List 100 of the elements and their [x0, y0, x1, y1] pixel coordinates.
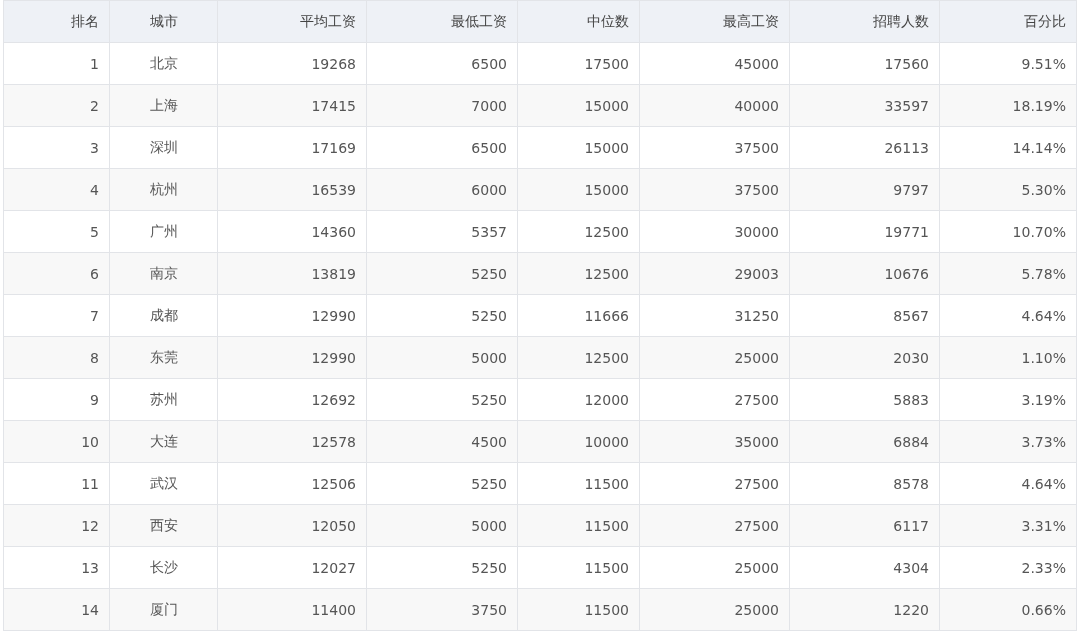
table-cell: 8578 — [789, 462, 940, 505]
table-cell: 12506 — [217, 462, 367, 505]
table-cell: 上海 — [109, 84, 218, 127]
table-cell: 武汉 — [109, 462, 218, 505]
table-cell: 11 — [3, 462, 110, 505]
table-cell: 北京 — [109, 42, 218, 85]
table-cell: 东莞 — [109, 336, 218, 379]
table-cell: 37500 — [639, 126, 790, 169]
table-cell: 27500 — [639, 462, 790, 505]
table-cell: 9797 — [789, 168, 940, 211]
table-cell: 12500 — [517, 210, 640, 253]
table-cell: 10 — [3, 420, 110, 463]
table-cell: 27500 — [639, 504, 790, 547]
table-cell: 6000 — [366, 168, 518, 211]
table-cell: 12027 — [217, 546, 367, 589]
table-cell: 大连 — [109, 420, 218, 463]
table-cell: 5250 — [366, 462, 518, 505]
table-cell: 9.51% — [939, 42, 1077, 85]
table-cell: 11500 — [517, 462, 640, 505]
column-header: 平均工资 — [217, 0, 367, 43]
table-cell: 12000 — [517, 378, 640, 421]
table-cell: 4 — [3, 168, 110, 211]
table-cell: 31250 — [639, 294, 790, 337]
table-cell: 25000 — [639, 546, 790, 589]
table-cell: 5250 — [366, 378, 518, 421]
table-cell: 广州 — [109, 210, 218, 253]
table-cell: 5.78% — [939, 252, 1077, 295]
table-cell: 2.33% — [939, 546, 1077, 589]
table-cell: 深圳 — [109, 126, 218, 169]
table-cell: 苏州 — [109, 378, 218, 421]
table-cell: 5357 — [366, 210, 518, 253]
table-cell: 37500 — [639, 168, 790, 211]
table-cell: 6884 — [789, 420, 940, 463]
table-cell: 3750 — [366, 588, 518, 631]
table-cell: 4.64% — [939, 294, 1077, 337]
table-cell: 7000 — [366, 84, 518, 127]
table-cell: 25000 — [639, 588, 790, 631]
table-cell: 17500 — [517, 42, 640, 85]
table-cell: 5250 — [366, 294, 518, 337]
column-header: 中位数 — [517, 0, 640, 43]
table-cell: 11666 — [517, 294, 640, 337]
table-cell: 5.30% — [939, 168, 1077, 211]
table-cell: 4.64% — [939, 462, 1077, 505]
table-cell: 3.19% — [939, 378, 1077, 421]
table-cell: 杭州 — [109, 168, 218, 211]
table-cell: 19268 — [217, 42, 367, 85]
table-cell: 6117 — [789, 504, 940, 547]
table-cell: 12500 — [517, 252, 640, 295]
table-cell: 19771 — [789, 210, 940, 253]
table-cell: 2030 — [789, 336, 940, 379]
table-cell: 17560 — [789, 42, 940, 85]
table-cell: 15000 — [517, 168, 640, 211]
table-cell: 3.73% — [939, 420, 1077, 463]
table-cell: 12050 — [217, 504, 367, 547]
column-header: 招聘人数 — [789, 0, 940, 43]
table-cell: 13 — [3, 546, 110, 589]
table-cell: 12990 — [217, 294, 367, 337]
table-cell: 5000 — [366, 336, 518, 379]
table-cell: 3 — [3, 126, 110, 169]
table-cell: 西安 — [109, 504, 218, 547]
table-cell: 9 — [3, 378, 110, 421]
table-cell: 11500 — [517, 546, 640, 589]
table-cell: 8 — [3, 336, 110, 379]
table-cell: 12 — [3, 504, 110, 547]
table-cell: 1 — [3, 42, 110, 85]
table-cell: 5 — [3, 210, 110, 253]
table-cell: 11400 — [217, 588, 367, 631]
table-cell: 15000 — [517, 84, 640, 127]
table-cell: 7 — [3, 294, 110, 337]
table-cell: 4500 — [366, 420, 518, 463]
table-cell: 35000 — [639, 420, 790, 463]
column-header: 排名 — [3, 0, 110, 43]
table-cell: 10.70% — [939, 210, 1077, 253]
table-cell: 0.66% — [939, 588, 1077, 631]
table-cell: 18.19% — [939, 84, 1077, 127]
table-cell: 29003 — [639, 252, 790, 295]
table-cell: 6 — [3, 252, 110, 295]
table-cell: 南京 — [109, 252, 218, 295]
table-cell: 17169 — [217, 126, 367, 169]
table-cell: 15000 — [517, 126, 640, 169]
table-cell: 14360 — [217, 210, 367, 253]
table-cell: 1220 — [789, 588, 940, 631]
column-header: 最低工资 — [366, 0, 518, 43]
table-cell: 5250 — [366, 546, 518, 589]
table-cell: 30000 — [639, 210, 790, 253]
table-cell: 14.14% — [939, 126, 1077, 169]
table-cell: 27500 — [639, 378, 790, 421]
table-cell: 8567 — [789, 294, 940, 337]
table-cell: 1.10% — [939, 336, 1077, 379]
table-cell: 5000 — [366, 504, 518, 547]
table-cell: 12500 — [517, 336, 640, 379]
column-header: 百分比 — [939, 0, 1077, 43]
table-cell: 成都 — [109, 294, 218, 337]
table-cell: 6500 — [366, 42, 518, 85]
table-cell: 12990 — [217, 336, 367, 379]
table-cell: 10000 — [517, 420, 640, 463]
table-cell: 25000 — [639, 336, 790, 379]
table-cell: 10676 — [789, 252, 940, 295]
table-cell: 11500 — [517, 588, 640, 631]
table-cell: 5250 — [366, 252, 518, 295]
